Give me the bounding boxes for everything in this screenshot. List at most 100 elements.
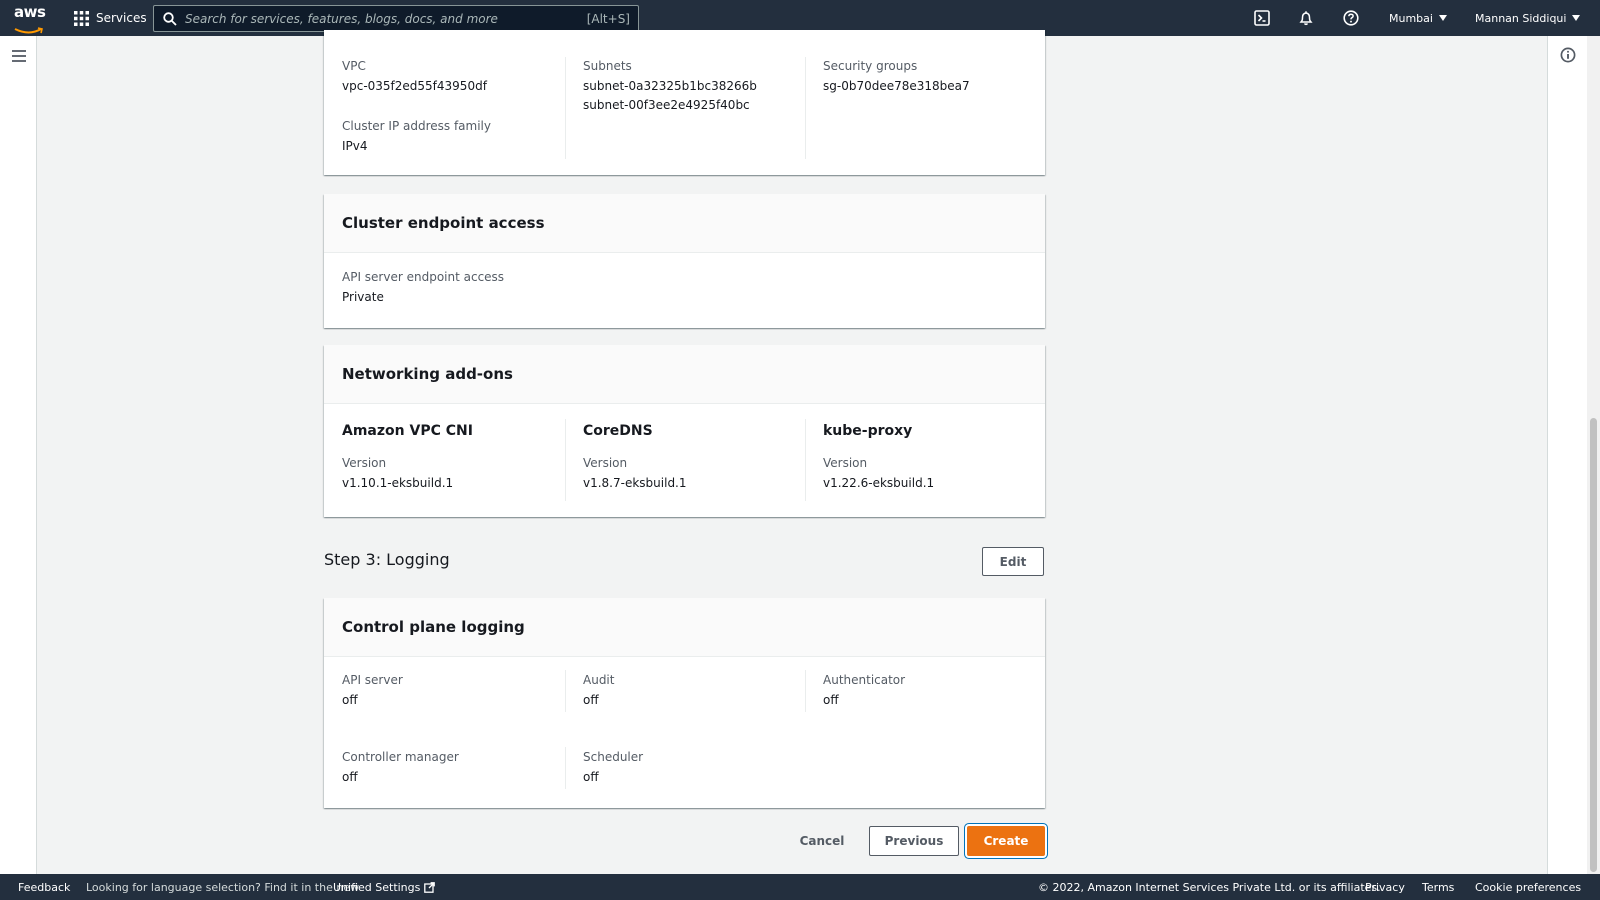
- notifications-button[interactable]: [1296, 8, 1316, 28]
- security-groups-field: Security groups sg-0b70dee78e318bea7: [823, 59, 1063, 93]
- endpoint-access-title: Cluster endpoint access: [324, 194, 1045, 253]
- api-endpoint-value: Private: [342, 290, 384, 304]
- log-api-server: API server off: [342, 673, 582, 707]
- copyright-text: © 2022, Amazon Internet Services Private…: [1038, 880, 1381, 894]
- vpc-field: VPC vpc-035f2ed55f43950df: [342, 59, 582, 93]
- control-plane-logging-title: Control plane logging: [324, 598, 1045, 657]
- log-type-status: off: [583, 770, 599, 784]
- edit-logging-button[interactable]: Edit: [982, 547, 1044, 576]
- scrollbar-thumb[interactable]: [1590, 418, 1597, 872]
- endpoint-access-panel: Cluster endpoint access API server endpo…: [324, 194, 1045, 328]
- ip-family-value: IPv4: [342, 139, 368, 153]
- step-3-title: Step 3: Logging: [324, 550, 450, 569]
- networking-panel: VPC vpc-035f2ed55f43950df Cluster IP add…: [324, 30, 1045, 175]
- unified-settings-label: Unified Settings: [333, 880, 421, 894]
- log-controller-manager: Controller manager off: [342, 750, 582, 784]
- cookie-preferences-link[interactable]: Cookie preferences: [1475, 874, 1581, 900]
- addon-vpc-cni: Amazon VPC CNI Version v1.10.1-eksbuild.…: [342, 423, 582, 490]
- api-endpoint-label: API server endpoint access: [342, 270, 505, 284]
- addon-name: Amazon VPC CNI: [342, 423, 473, 439]
- subnet-value: subnet-0a32325b1bc38266b: [583, 79, 757, 93]
- subnet-value: subnet-00f3ee2e4925f40bc: [583, 98, 750, 112]
- api-endpoint-field: API server endpoint access Private: [342, 270, 582, 304]
- menu-toggle-button[interactable]: [12, 48, 26, 62]
- unified-settings-link[interactable]: Unified Settings: [333, 874, 436, 900]
- vpc-value: vpc-035f2ed55f43950df: [342, 79, 487, 93]
- ip-family-label: Cluster IP address family: [342, 119, 491, 133]
- security-groups-value: sg-0b70dee78e318bea7: [823, 79, 970, 93]
- hamburger-icon: [12, 50, 26, 62]
- addon-name: CoreDNS: [583, 423, 653, 439]
- log-type-label: Controller manager: [342, 750, 459, 764]
- column-divider: [565, 57, 566, 159]
- region-selector[interactable]: Mumbai: [1389, 0, 1447, 36]
- help-button[interactable]: [1341, 8, 1361, 28]
- log-type-label: Audit: [583, 673, 615, 687]
- global-search[interactable]: [Alt+S]: [153, 5, 639, 32]
- services-menu-button[interactable]: Services: [74, 0, 147, 36]
- log-type-status: off: [342, 770, 358, 784]
- help-icon: [1343, 10, 1359, 26]
- vpc-label: VPC: [342, 59, 366, 73]
- addon-version-label: Version: [583, 456, 628, 470]
- info-panel-button[interactable]: [1560, 47, 1576, 63]
- create-button[interactable]: Create: [967, 826, 1045, 856]
- addon-name: kube-proxy: [823, 423, 913, 439]
- addon-coredns: CoreDNS Version v1.8.7-eksbuild.1: [583, 423, 823, 490]
- log-type-status: off: [823, 693, 839, 707]
- cancel-button[interactable]: Cancel: [790, 826, 854, 856]
- subnets-field: Subnets subnet-0a32325b1bc38266b subnet-…: [583, 59, 823, 112]
- column-divider: [565, 419, 566, 501]
- account-menu[interactable]: Mannan Siddiqui: [1475, 0, 1581, 36]
- services-label: Services: [96, 11, 147, 25]
- addon-version-value: v1.10.1-eksbuild.1: [342, 476, 454, 490]
- aws-logo-text: aws: [14, 3, 46, 21]
- column-divider: [805, 57, 806, 159]
- caret-down-icon: [1572, 15, 1581, 21]
- control-plane-logging-panel: Control plane logging API server off Aud…: [324, 598, 1045, 808]
- feedback-link[interactable]: Feedback: [18, 874, 70, 900]
- addon-version-value: v1.22.6-eksbuild.1: [823, 476, 935, 490]
- addon-version-label: Version: [342, 456, 387, 470]
- cloudshell-icon: [1254, 10, 1270, 26]
- column-divider: [565, 747, 566, 789]
- addon-version-label: Version: [823, 456, 868, 470]
- search-shortcut-hint: [Alt+S]: [586, 11, 630, 26]
- search-icon: [163, 11, 177, 26]
- networking-addons-panel: Networking add-ons Amazon VPC CNI Versio…: [324, 345, 1045, 517]
- privacy-link[interactable]: Privacy: [1365, 874, 1405, 900]
- cloudshell-button[interactable]: [1252, 8, 1272, 28]
- subnets-label: Subnets: [583, 59, 632, 73]
- log-type-label: Scheduler: [583, 750, 644, 764]
- log-authenticator: Authenticator off: [823, 673, 1063, 707]
- user-name: Mannan Siddiqui: [1475, 11, 1567, 25]
- terms-link[interactable]: Terms: [1422, 874, 1454, 900]
- caret-down-icon: [1438, 15, 1447, 21]
- column-divider: [805, 670, 806, 712]
- log-audit: Audit off: [583, 673, 823, 707]
- security-groups-label: Security groups: [823, 59, 918, 73]
- console-footer: Feedback Looking for language selection?…: [0, 874, 1600, 900]
- side-navigation-rail: [0, 36, 37, 874]
- log-type-label: Authenticator: [823, 673, 906, 687]
- log-type-status: off: [342, 693, 358, 707]
- aws-logo[interactable]: aws: [14, 3, 46, 34]
- search-input[interactable]: [185, 11, 587, 26]
- tools-rail: [1547, 36, 1587, 874]
- page-scrollbar[interactable]: [1587, 36, 1600, 874]
- external-link-icon: [424, 881, 436, 893]
- ip-family-field: Cluster IP address family IPv4: [342, 119, 582, 153]
- column-divider: [565, 670, 566, 712]
- bell-icon: [1299, 11, 1313, 26]
- aws-smile-icon: [14, 27, 43, 34]
- grid-icon: [74, 10, 89, 26]
- region-label: Mumbai: [1389, 11, 1433, 25]
- language-note: Looking for language selection? Find it …: [86, 880, 360, 894]
- previous-button[interactable]: Previous: [869, 826, 959, 856]
- column-divider: [805, 419, 806, 501]
- addon-version-value: v1.8.7-eksbuild.1: [583, 476, 687, 490]
- info-icon: [1560, 47, 1576, 63]
- log-scheduler: Scheduler off: [583, 750, 823, 784]
- log-type-status: off: [583, 693, 599, 707]
- networking-addons-title: Networking add-ons: [324, 345, 1045, 404]
